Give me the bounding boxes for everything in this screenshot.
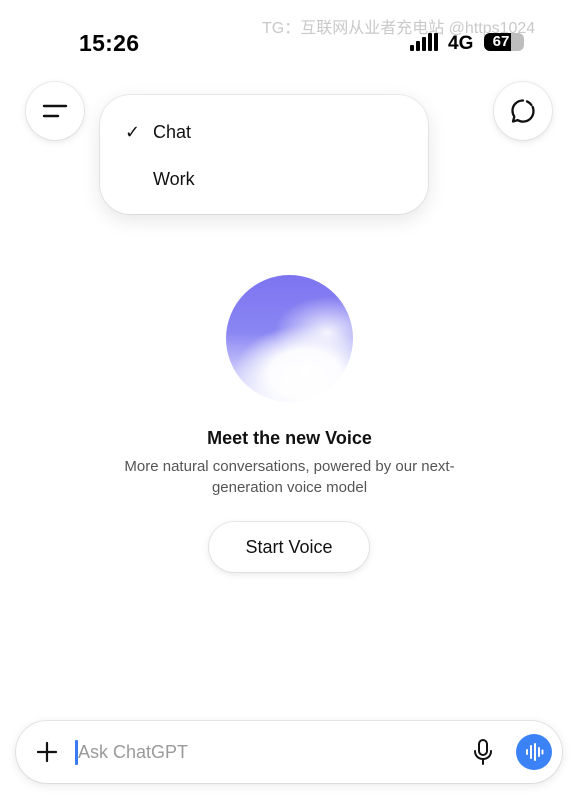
plus-icon <box>36 741 58 763</box>
menu-button[interactable] <box>26 82 84 140</box>
start-voice-button[interactable]: Start Voice <box>209 522 369 572</box>
voice-mode-button[interactable] <box>516 734 552 770</box>
voice-orb-illustration <box>226 275 353 402</box>
dropdown-item-label: Work <box>153 168 195 189</box>
cellular-signal-icon <box>410 33 438 51</box>
battery-level-label: 67 <box>492 33 510 50</box>
dropdown-item-work[interactable]: Work <box>100 159 428 199</box>
network-type: 4G <box>448 33 474 54</box>
voice-mode-icon <box>526 743 544 761</box>
mode-dropdown-menu: ✓ Chat Work <box>100 95 428 214</box>
ask-chatgpt-input[interactable] <box>78 737 458 767</box>
message-composer <box>16 721 562 783</box>
dropdown-item-label: Chat <box>153 121 192 142</box>
screen: 15:26 TG：互联网从业者充电站 @https1024 4G 67 ✓ Ch… <box>0 0 579 800</box>
microphone-icon <box>474 739 492 765</box>
promo-subtitle: More natural conversations, powered by o… <box>124 458 455 496</box>
battery-icon: 67 <box>484 33 524 51</box>
new-chat-icon <box>511 99 535 123</box>
attach-button[interactable] <box>30 735 64 769</box>
status-time: 15:26 <box>79 30 140 56</box>
checkmark-icon: ✓ <box>125 121 141 142</box>
menu-icon <box>42 104 68 118</box>
new-chat-button[interactable] <box>494 82 552 140</box>
dropdown-item-chat[interactable]: ✓ Chat <box>100 112 428 152</box>
promo-title: Meet the new Voice <box>207 428 372 448</box>
dictation-button[interactable] <box>468 737 498 767</box>
